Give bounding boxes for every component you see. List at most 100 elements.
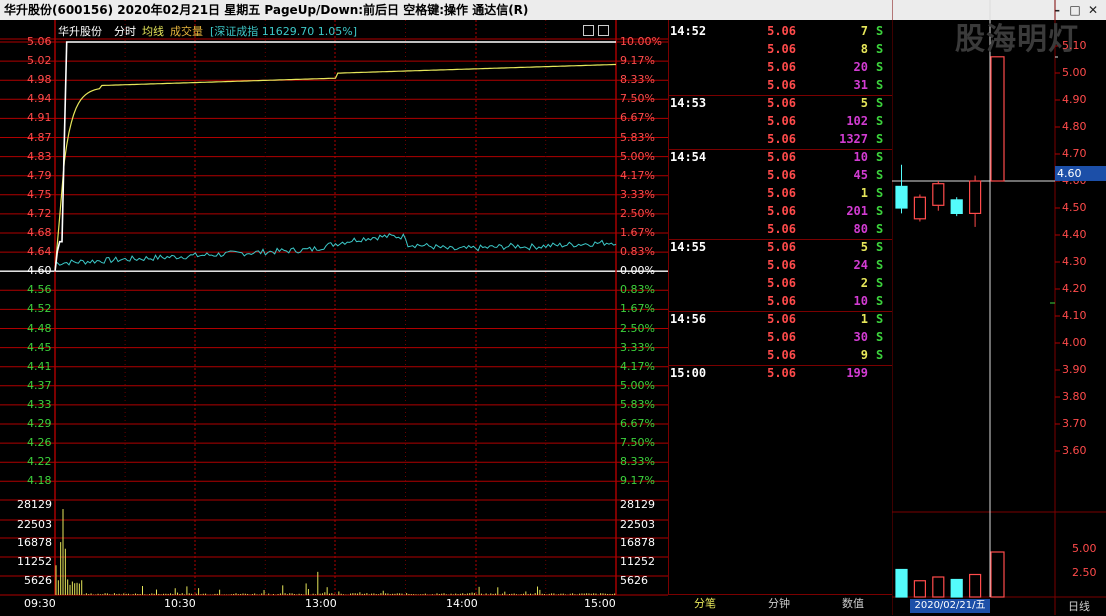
tick-volume: 7 (860, 24, 868, 38)
intraday-chart[interactable] (0, 20, 668, 615)
tick-row: 5.06 20 S (668, 58, 892, 76)
tick-row: 5.06 1327 S (668, 130, 892, 148)
tick-row: 5.06 1 S (668, 184, 892, 202)
tick-flag: S (876, 168, 884, 182)
kline-axis-label: 4.40 (1062, 228, 1087, 241)
tick-flag: S (876, 78, 884, 92)
mode-tab[interactable]: 分时 (114, 23, 136, 39)
tick-volume: 80 (853, 222, 868, 236)
tick-row: 5.06 9 S (668, 346, 892, 364)
tick-volume: 10 (853, 150, 868, 164)
price-axis-base: 4.60 (27, 264, 52, 278)
tick-time: 14:54 (670, 150, 707, 164)
tab-tick[interactable]: 分笔 (668, 595, 742, 613)
current-price-tag: 4.60 (1055, 166, 1106, 181)
volume-label: 成交量 (170, 25, 203, 38)
tick-price: 5.06 (767, 24, 796, 38)
tick-flag: S (876, 204, 884, 218)
tick-volume: 1 (860, 186, 868, 200)
time-axis-label: 13:00 (305, 597, 337, 610)
tick-row: 14:56 5.06 1 S (668, 310, 892, 328)
time-axis-label: 10:30 (164, 597, 196, 610)
pct-axis-base: 0.00% (620, 264, 655, 278)
tick-row: 5.06 31 S (668, 76, 892, 94)
stock-name: 华升股份 (58, 25, 102, 38)
price-axis-label: 4.52 (27, 302, 52, 316)
settings-icon[interactable] (583, 25, 594, 36)
kline-volume-axis-label: 5.00 (1072, 542, 1097, 555)
kline-axis-label: 4.20 (1062, 282, 1087, 295)
volume-axis-label: 22503 (17, 518, 52, 531)
price-axis-label: 4.79 (27, 168, 52, 182)
pct-axis-label: 7.50% (620, 92, 655, 106)
tick-volume: 9 (860, 348, 868, 362)
tick-volume: 201 (846, 204, 868, 218)
pct-axis-label: 3.33% (620, 187, 655, 201)
price-axis-label: 4.94 (27, 92, 52, 106)
volume-axis-label: 11252 (17, 555, 52, 568)
tick-flag: S (876, 222, 884, 236)
time-axis-label: 15:00 (584, 597, 616, 610)
tick-row: 5.06 10 S (668, 292, 892, 310)
price-axis-label: 4.64 (27, 245, 52, 259)
pct-axis-label: 0.83% (620, 245, 655, 259)
kline-axis-label: 4.00 (1062, 336, 1087, 349)
index-info: [深证成指 11629.70 1.05%] (210, 25, 358, 38)
tick-row: 15:00 5.06 199 (668, 364, 892, 382)
tick-row: 5.06 45 S (668, 166, 892, 184)
price-axis-label: 5.02 (27, 54, 52, 68)
price-axis-label: 4.75 (27, 187, 52, 201)
tick-price: 5.06 (767, 312, 796, 326)
tick-flag: S (876, 96, 884, 110)
pct-axis-label: 1.67% (620, 302, 655, 316)
tick-volume: 199 (846, 366, 868, 380)
volume-axis-label: 28129 (620, 498, 655, 511)
tick-time: 14:52 (670, 24, 707, 38)
kline-axis-label: 3.70 (1062, 417, 1087, 430)
tab-minute[interactable]: 分钟 (742, 595, 816, 613)
tick-row: 5.06 102 S (668, 112, 892, 130)
kline-volume-axis-label: 2.50 (1072, 566, 1097, 579)
candle-body (968, 180, 982, 215)
period-label[interactable]: 日线 (1068, 598, 1090, 614)
volume-axis-label: 16878 (17, 536, 52, 549)
tick-list[interactable]: 14:52 5.06 7 S 5.06 8 S 5.06 20 S 5.06 31 S 14:53 5.06… (668, 20, 892, 595)
tick-flag: S (876, 186, 884, 200)
tick-row: 5.06 24 S (668, 256, 892, 274)
tick-row: 14:54 5.06 10 S (668, 148, 892, 166)
tick-price: 5.06 (767, 168, 796, 182)
tick-flag: S (876, 276, 884, 290)
tick-time: 14:53 (670, 96, 707, 110)
zoom-icon[interactable] (598, 25, 609, 36)
pct-axis-label: 9.17% (620, 474, 655, 488)
candle-body (913, 196, 926, 220)
kline-axis-label: 5.00 (1062, 66, 1087, 79)
pct-axis-label: 6.67% (620, 111, 655, 125)
tick-flag: S (876, 348, 884, 362)
pct-axis-label: 5.00% (620, 378, 655, 392)
tick-price: 5.06 (767, 294, 796, 308)
pct-axis-label: 0.83% (620, 283, 655, 297)
tick-price: 5.06 (767, 186, 796, 200)
volume-axis-label: 28129 (17, 498, 52, 511)
tick-price: 5.06 (767, 222, 796, 236)
tick-price: 5.06 (767, 258, 796, 272)
tick-flag: S (876, 240, 884, 254)
avg-line-label: 均线 (142, 25, 164, 38)
tick-time: 14:56 (670, 312, 707, 326)
tab-values[interactable]: 数值 (816, 595, 890, 613)
price-axis-label: 4.91 (27, 111, 52, 125)
kline-volume-bar (895, 568, 908, 598)
price-axis-label: 4.45 (27, 340, 52, 354)
kline-axis-label: 4.10 (1062, 309, 1087, 322)
tick-row: 5.06 80 S (668, 220, 892, 238)
tick-price: 5.06 (767, 348, 796, 362)
kline-axis-label: 4.80 (1062, 120, 1087, 133)
price-axis-label: 4.41 (27, 359, 52, 373)
price-axis-label: 4.48 (27, 321, 52, 335)
price-axis-label: 4.83 (27, 149, 52, 163)
volume-axis-label: 22503 (620, 518, 655, 531)
price-axis-label: 4.29 (27, 417, 52, 430)
price-axis-label: 4.22 (27, 455, 52, 469)
pct-axis-label: 9.17% (620, 54, 655, 68)
